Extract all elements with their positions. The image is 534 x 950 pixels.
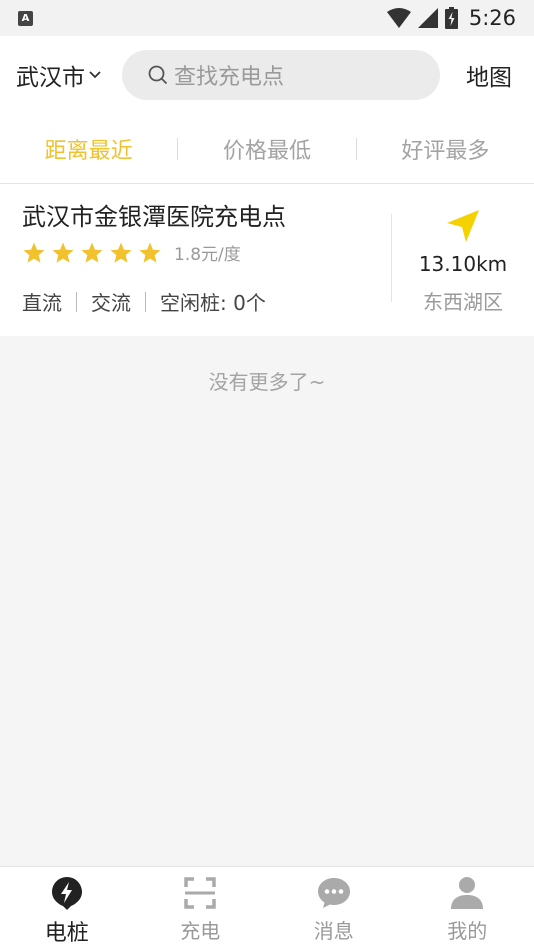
tab-charge[interactable]: 充电	[134, 867, 268, 950]
tab-charging-pile[interactable]: 电桩	[0, 867, 134, 950]
tab-profile[interactable]: 我的	[401, 867, 534, 950]
tag-idle-piles: 空闲桩: 0个	[160, 291, 266, 315]
status-time: 5:26	[468, 6, 516, 30]
map-button[interactable]: 地图	[466, 58, 512, 92]
tab-messages[interactable]: 消息	[267, 867, 401, 950]
district-label: 东西湖区	[423, 290, 503, 314]
divider	[76, 291, 77, 312]
chevron-down-icon	[89, 71, 101, 79]
search-bar[interactable]: 查找充电点	[122, 50, 440, 100]
tab-label: 我的	[447, 919, 488, 943]
station-tags: 直流 交流 空闲桩: 0个	[22, 287, 372, 316]
battery-icon	[444, 7, 458, 29]
bottom-tab-bar: 电桩 充电 消息 我的	[0, 866, 534, 950]
tag-dc: 直流	[22, 291, 62, 315]
top-header: 武汉市 查找充电点 地图	[0, 36, 534, 114]
city-label: 武汉市	[16, 65, 85, 91]
tag-ac: 交流	[91, 291, 131, 315]
tab-label: 电桩	[44, 921, 89, 946]
star-rating	[22, 241, 162, 265]
tab-label: 充电	[180, 919, 221, 943]
star-icon	[23, 242, 45, 263]
wifi-icon	[386, 8, 411, 28]
tab-sort-rating[interactable]: 好评最多	[357, 133, 534, 165]
tab-sort-price[interactable]: 价格最低	[178, 133, 355, 165]
charging-pile-icon	[51, 877, 82, 910]
station-name: 武汉市金银潭医院充电点	[22, 203, 286, 231]
status-bar: A 5:26	[0, 0, 534, 36]
sort-tabs: 距离最近 价格最低 好评最多	[0, 114, 534, 184]
profile-icon	[451, 877, 484, 909]
tab-label: 消息	[313, 919, 354, 943]
navigation-arrow-icon	[447, 210, 479, 242]
price-label: 1.8元/度	[174, 245, 241, 265]
divider	[145, 291, 146, 312]
station-card[interactable]: 武汉市金银潭医院充电点 1.8元/度 直流 交流 空闲桩: 0个 13.10km…	[0, 184, 534, 336]
app-notification-icon: A	[18, 10, 33, 26]
star-icon	[110, 242, 132, 263]
tab-sort-distance[interactable]: 距离最近	[0, 133, 177, 165]
search-icon	[148, 65, 168, 85]
city-selector[interactable]: 武汉市	[16, 58, 122, 92]
distance-label: 13.10km	[418, 252, 508, 276]
search-placeholder: 查找充电点	[174, 65, 285, 90]
signal-icon	[417, 8, 438, 28]
message-icon	[317, 878, 350, 908]
star-icon	[81, 242, 103, 263]
no-more-text: 没有更多了~	[208, 370, 326, 394]
navigate-button[interactable]: 13.10km 东西湖区	[392, 206, 534, 315]
scan-icon	[184, 877, 216, 909]
star-icon	[52, 242, 74, 263]
star-icon	[139, 242, 161, 263]
